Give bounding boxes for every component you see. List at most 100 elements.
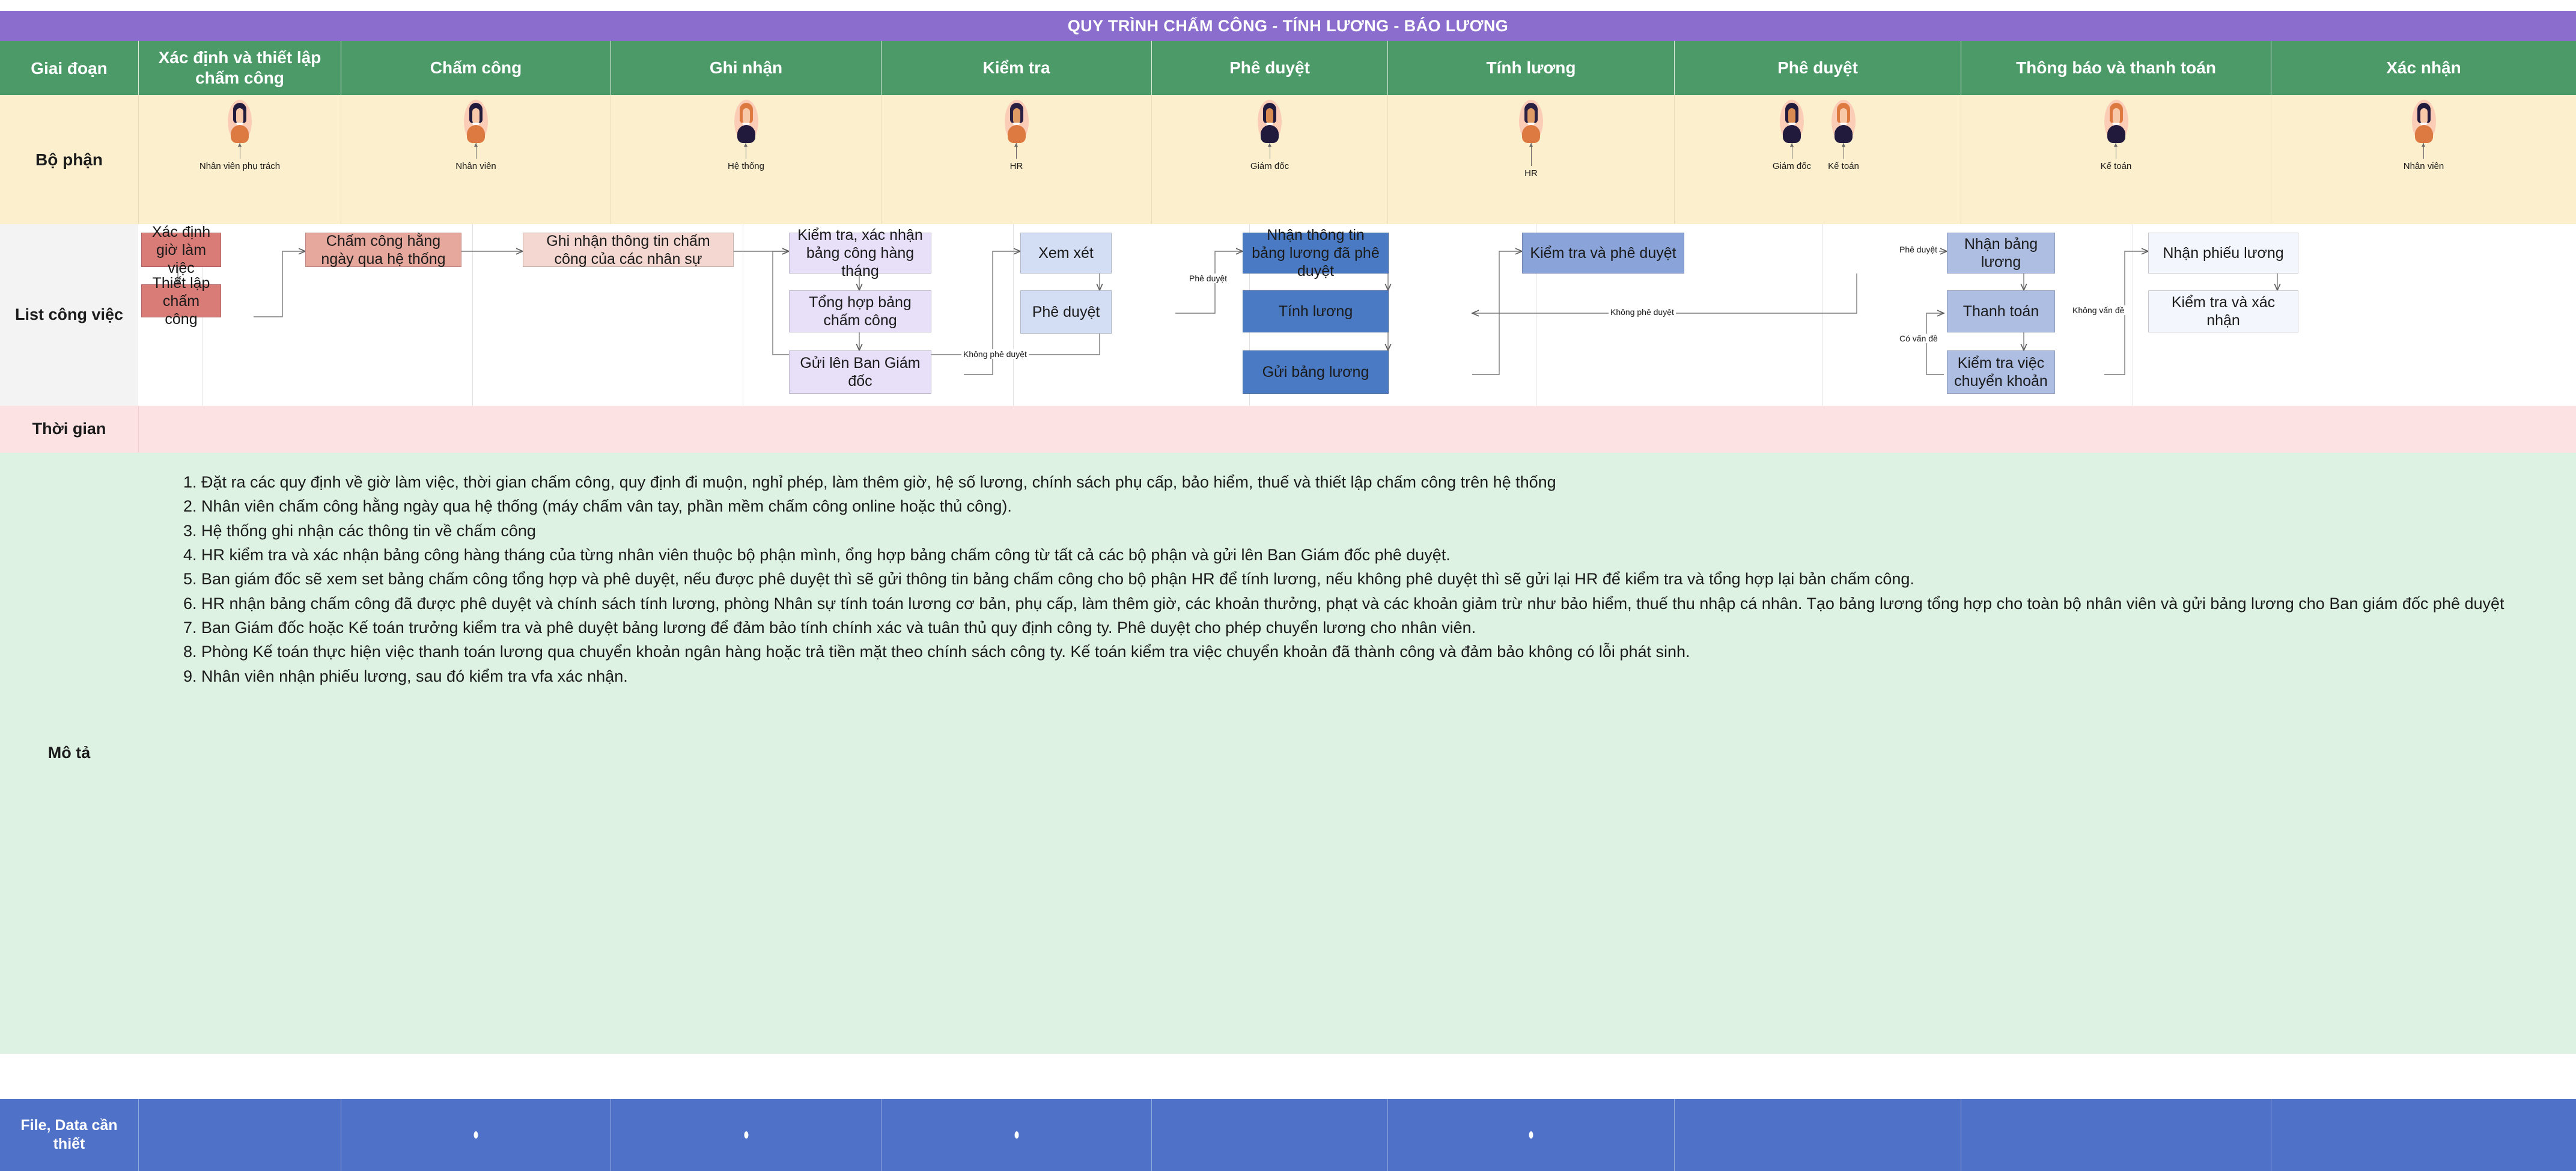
task-node-tinh-luong[interactable]: Tính lương (1243, 290, 1389, 332)
time-row: Thời gian (0, 406, 2576, 453)
person-avatar-group: Hệ thống (727, 100, 766, 171)
avatar-icon (459, 100, 493, 143)
task-node-gui-len-ban-giam-doc[interactable]: Gửi lên Ban Giám đốc (789, 350, 931, 394)
avatar-icon (223, 100, 257, 143)
description-content: Đặt ra các quy định về giờ làm việc, thờ… (138, 453, 2576, 1054)
task-node-ghi-nhan-thong-tin[interactable]: Ghi nhận thông tin chấm công của các nhâ… (523, 233, 734, 268)
description-list: Đặt ra các quy định về giờ làm việc, thờ… (201, 471, 2552, 688)
flow-canvas: Xác định giờ làm việc Thiết lập chấm côn… (138, 224, 2576, 406)
row-label-department: Bộ phận (0, 95, 138, 224)
department-cell-1: Nhân viên (341, 95, 611, 224)
description-item: HR kiểm tra và xác nhận bảng công hàng t… (201, 543, 2552, 566)
stage-cell-0: Xác định và thiết lập chấm công (138, 41, 341, 95)
person-avatar-group: Giám đốc (1773, 100, 1811, 171)
pointer-arrow-icon (2422, 143, 2425, 159)
edge-label-co-van-de: Có vấn đề (1898, 334, 1940, 343)
avatar-icon (1253, 100, 1286, 143)
avatar-icon (1514, 100, 1548, 143)
department-cell-7: Kế toán (1961, 95, 2271, 224)
person-avatar-group: Nhân viên (2403, 100, 2444, 171)
description-item: Phòng Kế toán thực hiện việc thanh toán … (201, 640, 2552, 663)
description-item: Đặt ra các quy định về giờ làm việc, thờ… (201, 471, 2552, 494)
bullet-dot-icon (744, 1131, 748, 1139)
description-item: Ban Giám đốc hoặc Kế toán trưởng kiểm tr… (201, 616, 2552, 639)
file-cell-7[interactable] (1961, 1099, 2271, 1171)
department-cell-8: Nhân viên (2271, 95, 2576, 224)
person-label: HR (1009, 161, 1023, 171)
bullet-dot-icon (473, 1131, 478, 1139)
task-node-tong-hop-bang-cham-cong[interactable]: Tổng hợp bảng chấm công (789, 290, 931, 332)
task-node-nhan-bang-luong[interactable]: Nhận bảng lương (1947, 233, 2055, 274)
description-item: Hệ thống ghi nhận các thông tin về chấm … (201, 519, 2552, 542)
page-title: QUY TRÌNH CHẤM CÔNG - TÍNH LƯƠNG - BÁO L… (0, 11, 2576, 41)
pointer-arrow-icon (473, 143, 478, 159)
description-item: HR nhận bảng chấm công đã được phê duyệt… (201, 592, 2552, 615)
person-avatar-group: Kế toán (1824, 100, 1863, 171)
task-node-gui-bang-luong[interactable]: Gửi bảng lương (1243, 350, 1389, 394)
department-cell-2: Hệ thống (611, 95, 881, 224)
pointer-arrow-icon (1014, 143, 1018, 159)
file-cell-5[interactable] (1387, 1099, 1674, 1171)
task-node-thanh-toan[interactable]: Thanh toán (1947, 290, 2055, 332)
task-node-kiem-tra-viec-chuyen-khoan[interactable]: Kiểm tra việc chuyển khoản (1947, 350, 2055, 394)
row-label-tasks: List công việc (0, 224, 138, 406)
department-row: Bộ phận Nhân viên phụ trách Nhân viên Hệ… (0, 95, 2576, 224)
edge-label-phe-duyet-2: Phê duyệt (1898, 245, 1940, 254)
row-label-stage: Giai đoạn (0, 41, 138, 95)
task-node-xac-dinh-gio-lam-viec[interactable]: Xác định giờ làm việc (141, 224, 221, 277)
department-cell-6: Giám đốc Kế toán (1674, 95, 1961, 224)
avatar-icon (2407, 100, 2441, 143)
file-cell-1[interactable] (341, 1099, 611, 1171)
task-node-nhan-phieu-luong[interactable]: Nhận phiếu lương (2148, 233, 2298, 274)
edge-label-khong-phe-duyet-1: Không phê duyệt (961, 349, 1029, 359)
person-label: HR (1524, 168, 1538, 179)
file-cell-4[interactable] (1151, 1099, 1387, 1171)
person-avatar-group: Giám đốc (1250, 100, 1289, 171)
task-node-kiem-tra-va-phe-duyet[interactable]: Kiểm tra và phê duyệt (1522, 233, 1684, 274)
bullet-dot-icon (1529, 1131, 1533, 1139)
description-row: Mô tả Đặt ra các quy định về giờ làm việ… (0, 453, 2576, 1054)
department-cell-0: Nhân viên phụ trách (138, 95, 341, 224)
person-label: Giám đốc (1250, 161, 1290, 171)
department-cell-4: Giám đốc (1151, 95, 1387, 224)
file-data-row: File, Data cần thiết (0, 1099, 2576, 1171)
avatar-icon (1827, 100, 1860, 143)
task-node-nhan-thong-tin-bang-luong[interactable]: Nhận thông tin bảng lương đã phê duyệt (1243, 227, 1389, 280)
avatar-icon (1775, 100, 1809, 143)
task-node-xem-xet[interactable]: Xem xét (1020, 233, 1112, 274)
row-label-time: Thời gian (0, 406, 138, 453)
person-avatar-group: HR (1512, 100, 1550, 179)
task-node-thiet-lap-cham-cong[interactable]: Thiết lập chấm công (141, 275, 221, 328)
task-node-kiem-tra-xac-nhan-bang-cong[interactable]: Kiểm tra, xác nhận bảng công hàng tháng (789, 227, 931, 280)
person-label: Nhân viên (455, 161, 496, 171)
avatar-icon (729, 100, 763, 143)
avatar-icon (1000, 100, 1034, 143)
department-cell-3: HR (881, 95, 1151, 224)
file-cell-3[interactable] (881, 1099, 1151, 1171)
person-label: Giám đốc (1772, 161, 1812, 171)
time-row-content (138, 406, 2576, 453)
stage-cell-1: Chấm công (341, 41, 611, 95)
file-cell-2[interactable] (611, 1099, 881, 1171)
stage-cell-8: Xác nhận (2271, 41, 2576, 95)
description-item: Nhân viên nhận phiếu lương, sau đó kiểm … (201, 665, 2552, 688)
department-cell-5: HR (1387, 95, 1674, 224)
person-label: Nhân viên (2403, 161, 2444, 171)
person-label: Kế toán (1828, 161, 1859, 171)
stage-cell-5: Tính lương (1387, 41, 1674, 95)
stage-cell-3: Kiểm tra (881, 41, 1151, 95)
person-avatar-group: HR (997, 100, 1036, 171)
person-avatar-group: Kế toán (2097, 100, 2136, 171)
file-cell-6[interactable] (1674, 1099, 1961, 1171)
task-node-cham-cong-hang-ngay[interactable]: Chấm công hằng ngày qua hệ thống (305, 233, 461, 268)
task-node-kiem-tra-va-xac-nhan[interactable]: Kiểm tra và xác nhận (2148, 290, 2298, 332)
row-label-files: File, Data cần thiết (0, 1099, 138, 1171)
person-avatar-group: Nhân viên phụ trách (199, 100, 280, 171)
task-node-phe-duyet[interactable]: Phê duyệt (1020, 290, 1112, 334)
edge-label-khong-van-de: Không vấn đề (2071, 305, 2127, 315)
stage-cell-6: Phê duyệt (1674, 41, 1961, 95)
file-cell-0[interactable] (138, 1099, 341, 1171)
person-label: Kế toán (2100, 161, 2132, 171)
task-flow-row: List công việc Xác định giờ làm việc Thi… (0, 224, 2576, 406)
file-cell-8[interactable] (2271, 1099, 2576, 1171)
